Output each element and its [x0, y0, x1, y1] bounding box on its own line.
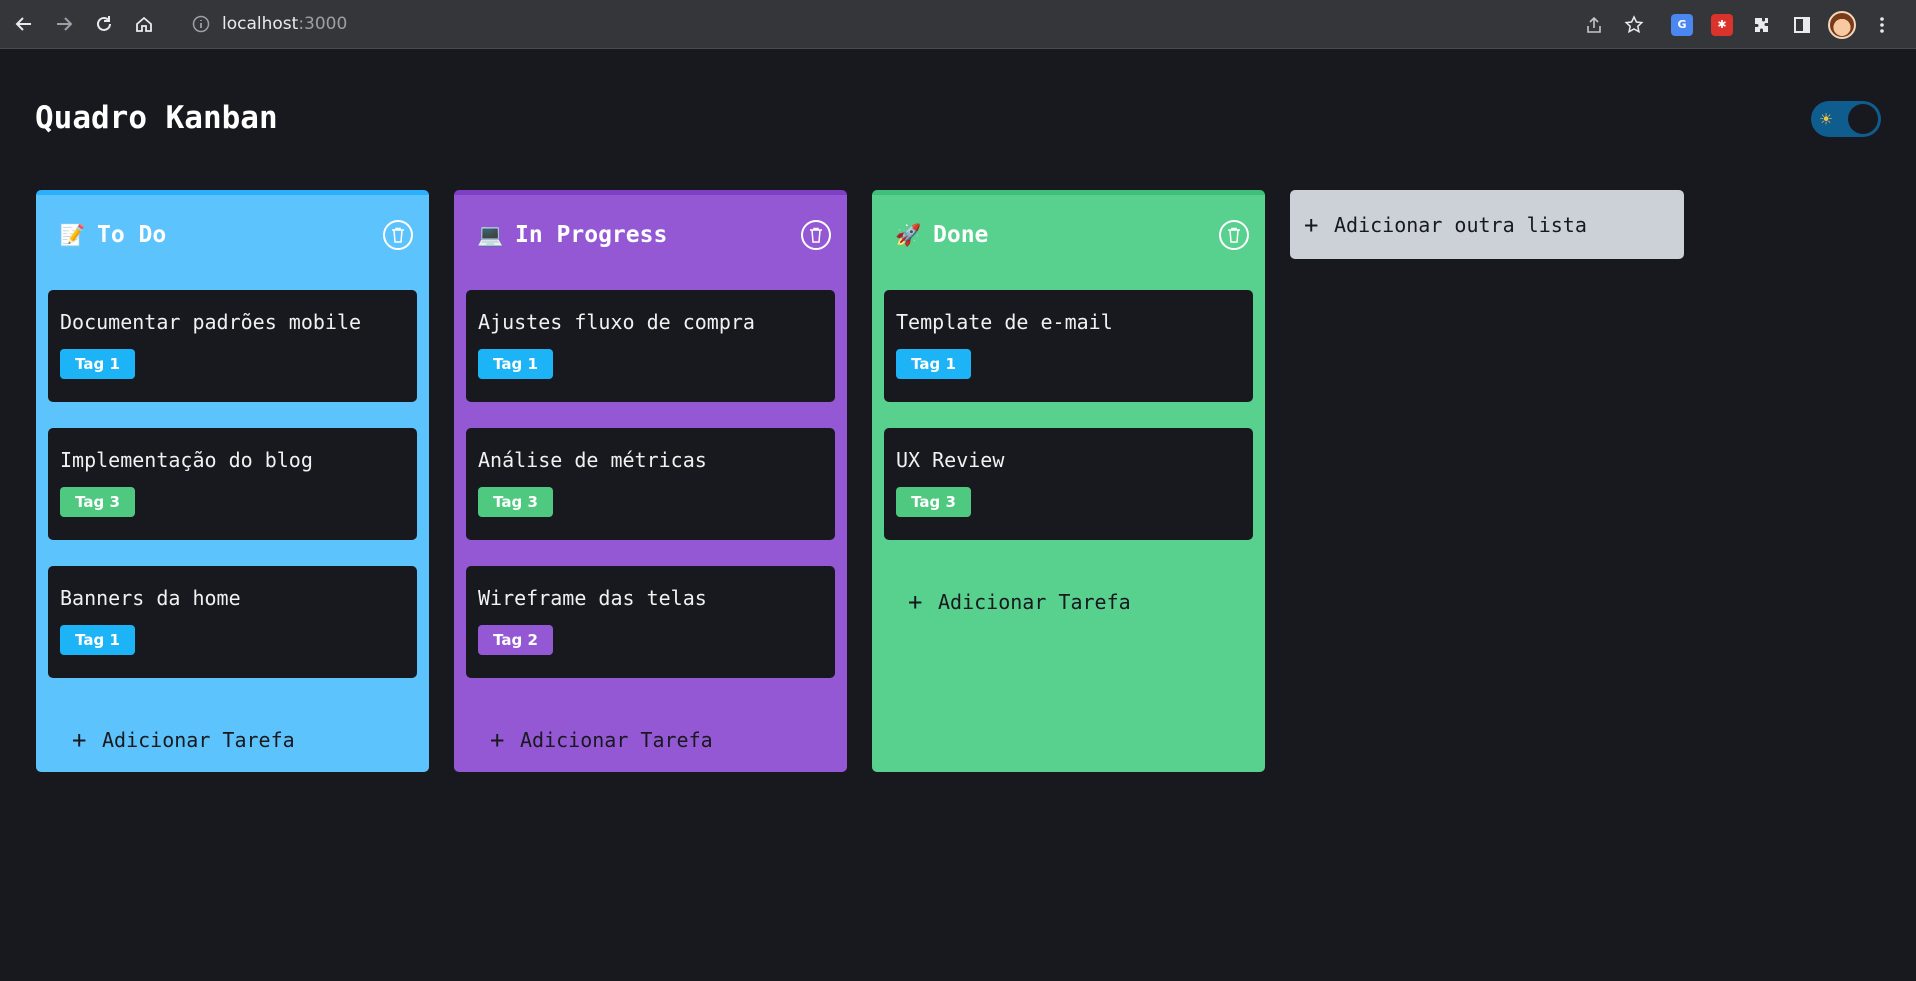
card-title: Wireframe das telas	[478, 586, 707, 610]
tag-badge: Tag 3	[896, 487, 971, 517]
tag-badge: Tag 1	[896, 349, 971, 379]
browser-toolbar: localhost:3000 G ✱	[0, 0, 1916, 49]
side-panel-icon	[1794, 16, 1810, 33]
trash-icon	[392, 227, 404, 243]
column-done: 🚀 Done Template de e-mail Tag 1 UX Revie…	[872, 190, 1265, 772]
back-button[interactable]	[4, 4, 44, 44]
url-host: localhost	[222, 14, 299, 34]
add-task-button[interactable]: + Adicionar Tarefa	[490, 726, 713, 754]
tag-badge: Tag 1	[60, 349, 135, 379]
card-title: Documentar padrões mobile	[60, 310, 362, 334]
tag-badge: Tag 1	[60, 625, 135, 655]
translate-extension-icon: G	[1671, 13, 1693, 36]
address-bar[interactable]: localhost:3000	[192, 6, 347, 42]
translate-extension-button[interactable]: G	[1662, 5, 1702, 45]
profile-avatar	[1828, 10, 1856, 39]
task-card[interactable]: UX Review Tag 3	[884, 428, 1253, 540]
plus-icon: +	[1304, 210, 1319, 239]
add-task-button[interactable]: + Adicionar Tarefa	[72, 726, 295, 754]
card-list: Documentar padrões mobile Tag 1 Implemen…	[48, 290, 417, 678]
plus-icon: +	[72, 726, 87, 754]
add-task-label: Adicionar Tarefa	[102, 728, 295, 752]
task-card[interactable]: Ajustes fluxo de compra Tag 1	[466, 290, 835, 402]
column-title: Done	[933, 222, 989, 248]
red-extension-icon: ✱	[1711, 13, 1733, 36]
column-title: In Progress	[515, 222, 668, 248]
card-title: Template de e-mail	[896, 310, 1113, 334]
task-card[interactable]: Documentar padrões mobile Tag 1	[48, 290, 417, 402]
task-card[interactable]: Banners da home Tag 1	[48, 566, 417, 678]
task-card[interactable]: Análise de métricas Tag 3	[466, 428, 835, 540]
card-title: UX Review	[896, 448, 1005, 472]
star-icon	[1624, 14, 1644, 33]
delete-column-button[interactable]	[801, 220, 831, 250]
task-card[interactable]: Template de e-mail Tag 1	[884, 290, 1253, 402]
column-header: 💻 In Progress	[477, 215, 831, 255]
menu-button[interactable]	[1862, 5, 1902, 45]
card-title: Banners da home	[60, 586, 241, 610]
card-title: Implementação do blog	[60, 448, 313, 472]
column-in-progress: 💻 In Progress Ajustes fluxo de compra Ta…	[454, 190, 847, 772]
kanban-board: 📝 To Do Documentar padrões mobile Tag 1 …	[36, 190, 1684, 772]
card-title: Ajustes fluxo de compra	[478, 310, 755, 334]
task-card[interactable]: Wireframe das telas Tag 2	[466, 566, 835, 678]
card-title: Análise de métricas	[478, 448, 707, 472]
forward-arrow-icon	[57, 17, 73, 31]
reload-button[interactable]	[84, 4, 124, 44]
column-header: 🚀 Done	[895, 215, 1249, 255]
toggle-knob	[1848, 104, 1878, 134]
add-task-label: Adicionar Tarefa	[520, 728, 713, 752]
laptop-icon: 💻	[477, 222, 504, 247]
plus-icon: +	[908, 588, 923, 616]
url-port: :3000	[298, 14, 348, 34]
add-list-label: Adicionar outra lista	[1334, 212, 1587, 237]
delete-column-button[interactable]	[1219, 220, 1249, 250]
tag-badge: Tag 3	[478, 487, 553, 517]
plus-icon: +	[490, 726, 505, 754]
home-button[interactable]	[124, 4, 164, 44]
side-panel-button[interactable]	[1782, 5, 1822, 45]
red-extension-button[interactable]: ✱	[1702, 5, 1742, 45]
toolbar-actions: G ✱	[1574, 0, 1902, 49]
forward-button[interactable]	[44, 4, 84, 44]
share-icon	[1587, 16, 1601, 33]
card-list: Ajustes fluxo de compra Tag 1 Análise de…	[466, 290, 835, 678]
home-icon	[136, 16, 152, 32]
tag-badge: Tag 2	[478, 625, 553, 655]
extensions-button[interactable]	[1742, 5, 1782, 45]
sun-icon: ☀	[1820, 107, 1833, 131]
back-arrow-icon	[15, 17, 31, 31]
navigation-buttons	[4, 4, 164, 44]
tag-badge: Tag 1	[478, 349, 553, 379]
tag-badge: Tag 3	[60, 487, 135, 517]
add-list-button[interactable]: + Adicionar outra lista	[1290, 190, 1684, 259]
trash-icon	[1228, 227, 1240, 243]
task-card[interactable]: Implementação do blog Tag 3	[48, 428, 417, 540]
info-icon[interactable]	[192, 15, 210, 33]
rocket-icon: 🚀	[895, 222, 922, 247]
reload-icon	[97, 16, 111, 31]
memo-icon: 📝	[59, 222, 86, 247]
page-title: Quadro Kanban	[35, 100, 278, 136]
delete-column-button[interactable]	[383, 220, 413, 250]
profile-button[interactable]	[1822, 5, 1862, 45]
column-header: 📝 To Do	[59, 215, 413, 255]
column-todo: 📝 To Do Documentar padrões mobile Tag 1 …	[36, 190, 429, 772]
add-task-label: Adicionar Tarefa	[938, 590, 1131, 614]
kebab-menu-icon	[1880, 16, 1884, 33]
trash-icon	[810, 227, 822, 243]
puzzle-icon	[1755, 17, 1768, 32]
column-title: To Do	[97, 222, 167, 248]
add-task-button[interactable]: + Adicionar Tarefa	[908, 588, 1131, 616]
share-button[interactable]	[1574, 5, 1614, 45]
theme-toggle[interactable]: ☀	[1811, 101, 1881, 137]
bookmark-button[interactable]	[1614, 5, 1654, 45]
card-list: Template de e-mail Tag 1 UX Review Tag 3	[884, 290, 1253, 540]
